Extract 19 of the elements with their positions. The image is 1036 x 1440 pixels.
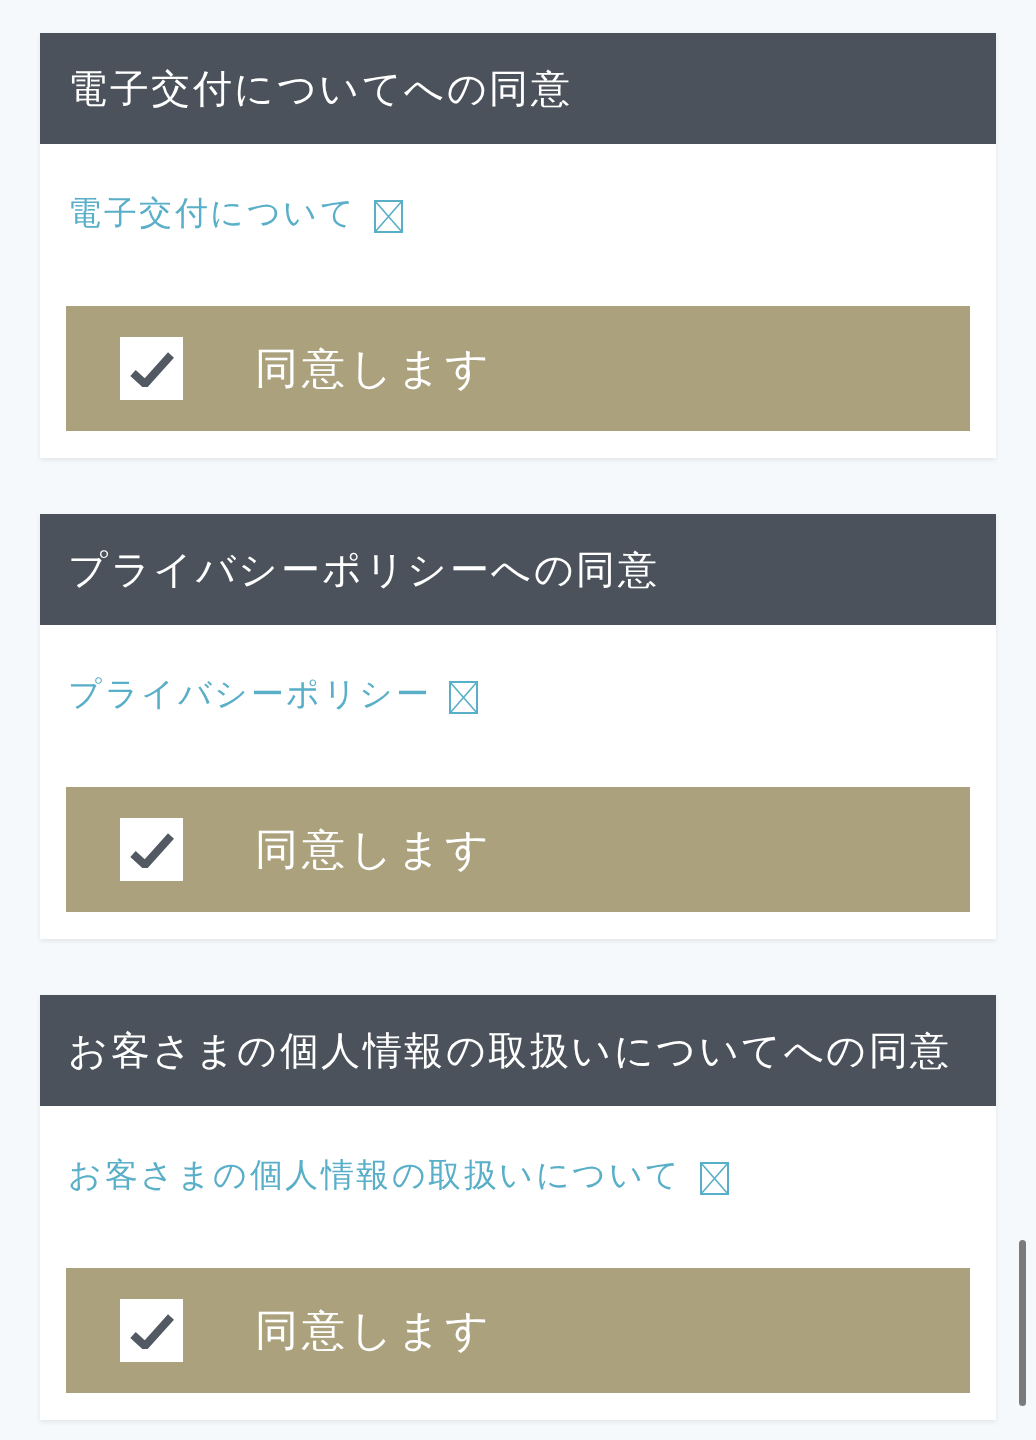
agree-button[interactable]: 同意します — [66, 787, 970, 912]
scrollbar[interactable] — [1019, 1240, 1026, 1406]
crossed-box-icon — [699, 1161, 729, 1195]
checkmark-icon — [129, 350, 174, 387]
section-title: 電子交付についてへの同意 — [40, 33, 996, 144]
agree-checkbox[interactable] — [120, 818, 183, 881]
agree-checkbox[interactable] — [120, 1299, 183, 1362]
checkmark-icon — [129, 1312, 174, 1349]
agree-checkbox[interactable] — [120, 337, 183, 400]
document-link[interactable]: お客さまの個人情報の取扱いについて — [68, 1154, 729, 1196]
crossed-box-icon — [449, 680, 478, 714]
document-link[interactable]: 電子交付について — [68, 192, 403, 234]
agree-button[interactable]: 同意します — [66, 1268, 970, 1393]
agree-button[interactable]: 同意します — [66, 306, 970, 431]
document-link[interactable]: プライバシーポリシー — [68, 673, 478, 715]
checkmark-icon — [129, 831, 174, 868]
crossed-box-icon — [374, 199, 403, 233]
section-title: プライバシーポリシーへの同意 — [40, 514, 996, 625]
section-title: お客さまの個人情報の取扱いについてへの同意 — [40, 995, 996, 1106]
